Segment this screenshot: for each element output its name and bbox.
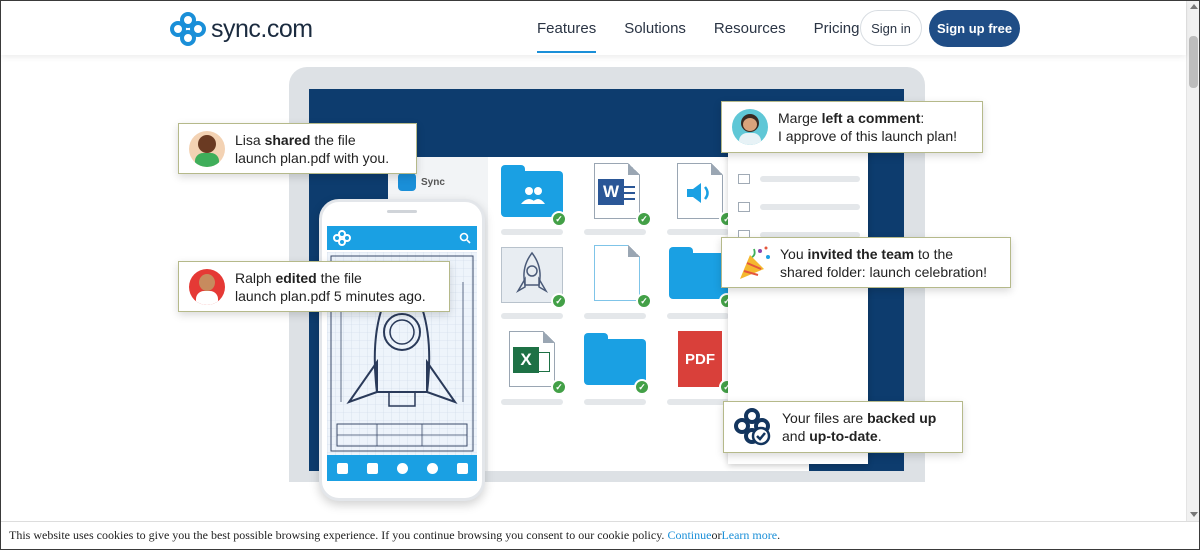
nav-features[interactable]: Features: [537, 12, 597, 53]
check-icon: ✓: [636, 211, 652, 227]
cookie-banner: This website uses cookies to give you th…: [1, 521, 1199, 549]
excel-file-tile: X ✓: [501, 331, 567, 395]
sync-logo-small-icon: [333, 230, 351, 246]
folder-tile-2: ✓: [584, 331, 650, 395]
sync-check-icon: [734, 408, 771, 446]
scroll-up-arrow-icon[interactable]: [1190, 4, 1198, 9]
page-scrollbar[interactable]: [1186, 1, 1199, 521]
link-tab-icon: [396, 462, 408, 474]
excel-icon: X: [513, 347, 539, 373]
audio-file-tile: ✓: [669, 163, 735, 227]
main-nav: Features Solutions Resources Pricing: [537, 1, 859, 55]
cookie-or-text: or: [711, 528, 722, 542]
check-icon: ✓: [551, 293, 567, 309]
word-file-tile: W ✓: [586, 163, 652, 227]
notification-text: Lisa shared the file launch plan.pdf wit…: [235, 131, 390, 166]
sign-in-button[interactable]: Sign in: [860, 10, 922, 46]
sync-mini-logo-icon: [398, 173, 416, 191]
nav-solutions[interactable]: Solutions: [624, 12, 686, 45]
app-brand: Sync: [398, 173, 445, 191]
notification-ralph: Ralph edited the file launch plan.pdf 5 …: [178, 261, 450, 312]
logo[interactable]: sync.com: [169, 12, 313, 46]
pdf-file-tile: PDF ✓: [669, 331, 735, 395]
rocket-thumbnail-icon: [515, 251, 549, 294]
phone-app-bar: [327, 226, 477, 250]
cookie-continue-link[interactable]: Continue: [667, 528, 711, 543]
folder-tab-icon: [336, 462, 348, 474]
site-header: sync.com Features Solutions Resources Pr…: [1, 1, 1186, 55]
settings-tab-icon: [456, 462, 468, 474]
search-icon: [459, 232, 471, 244]
scroll-down-arrow-icon[interactable]: [1190, 512, 1198, 517]
check-icon: ✓: [636, 293, 652, 309]
notification-invite: You invited the team to the shared folde…: [721, 237, 1011, 288]
history-tab-icon: [426, 462, 438, 474]
browser-viewport: sync.com Features Solutions Resources Pr…: [0, 0, 1200, 550]
nav-resources[interactable]: Resources: [714, 12, 786, 45]
app-title: Sync: [421, 176, 445, 188]
blank-doc-tile: ✓: [586, 245, 652, 309]
notification-text: Marge left a comment: I approve of this …: [778, 110, 958, 144]
avatar-marge: [732, 109, 768, 145]
logo-text: sync.com: [211, 14, 313, 43]
check-icon: ✓: [634, 379, 650, 395]
avatar-lisa: [189, 130, 225, 167]
phone-illustration: [319, 199, 485, 501]
check-icon: ✓: [551, 379, 567, 395]
sync-logo-icon: [170, 12, 206, 46]
notification-text: You invited the team to the shared folde…: [780, 245, 988, 280]
scroll-thumb[interactable]: [1189, 36, 1198, 88]
blueprint-image-tile: ✓: [501, 245, 567, 309]
party-popper-icon: [740, 246, 770, 279]
shared-folder-tile: ✓: [501, 163, 567, 227]
cookie-learn-more-link[interactable]: Learn more: [721, 528, 777, 543]
sign-up-free-button[interactable]: Sign up free: [929, 10, 1020, 47]
notification-marge: Marge left a comment: I approve of this …: [721, 101, 983, 153]
pdf-icon: PDF: [678, 331, 722, 387]
phone-tab-bar: [327, 455, 477, 481]
notification-text: Ralph edited the file launch plan.pdf 5 …: [235, 269, 426, 304]
cookie-text: This website uses cookies to give you th…: [9, 528, 665, 542]
nav-pricing[interactable]: Pricing: [814, 12, 860, 45]
word-icon: W: [598, 179, 624, 205]
check-icon: ✓: [551, 211, 567, 227]
notification-backup: Your files are backed up and up-to-date.: [723, 401, 963, 453]
avatar-ralph: [189, 268, 225, 305]
cookie-end-text: .: [777, 528, 781, 542]
notification-lisa: Lisa shared the file launch plan.pdf wit…: [178, 123, 417, 174]
speaker-icon: [687, 183, 709, 203]
people-icon: [521, 187, 545, 204]
notification-text: Your files are backed up and up-to-date.: [782, 410, 937, 444]
photo-tab-icon: [366, 462, 378, 474]
